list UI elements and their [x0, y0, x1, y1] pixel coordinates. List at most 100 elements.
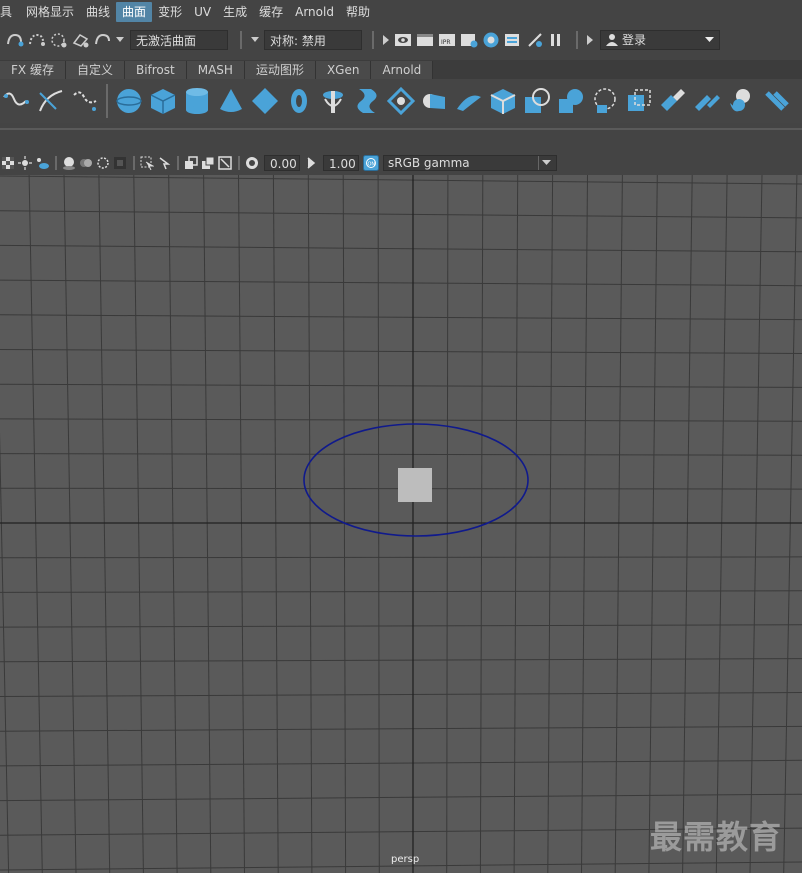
- colorspace-dropdown[interactable]: sRGB gamma: [383, 155, 557, 171]
- menu-item-generate[interactable]: 生成: [217, 2, 253, 22]
- bevel-plus-icon[interactable]: [486, 84, 520, 118]
- menu-item-uv[interactable]: UV: [188, 2, 217, 22]
- grid-line: [272, 175, 279, 873]
- grid-line: [0, 175, 802, 185]
- checker-icon[interactable]: [0, 155, 16, 171]
- exposure-icon: [244, 155, 260, 171]
- nurbs-cylinder-icon[interactable]: [180, 84, 214, 118]
- grid-line: [0, 624, 802, 628]
- render-frame-icon[interactable]: [414, 32, 436, 48]
- login-dropdown[interactable]: 登录: [600, 30, 720, 50]
- shadows-icon[interactable]: [34, 155, 50, 171]
- gamma-field[interactable]: 1.00: [323, 155, 359, 171]
- grid-line: [0, 453, 802, 456]
- loft-icon[interactable]: [350, 84, 384, 118]
- color-management-icon[interactable]: ON: [362, 155, 380, 171]
- trim-tool-icon[interactable]: [588, 84, 622, 118]
- menu-item-mesh-display[interactable]: 网格显示: [20, 2, 80, 22]
- shelf-divider: [106, 84, 108, 118]
- snap-live-icon[interactable]: [92, 31, 114, 49]
- attach-surfaces-icon[interactable]: [656, 84, 690, 118]
- render-setup-icon[interactable]: [502, 32, 524, 48]
- align-surfaces-icon[interactable]: [724, 84, 758, 118]
- perspective-viewport[interactable]: [0, 175, 802, 873]
- menu-item-curves[interactable]: 曲线: [80, 2, 116, 22]
- nurbs-plane-icon[interactable]: [248, 84, 282, 118]
- pause-icon[interactable]: [546, 33, 566, 47]
- menu-item-help[interactable]: 帮助: [340, 2, 376, 22]
- detach-surfaces-icon[interactable]: [690, 84, 724, 118]
- grid-line: [0, 759, 802, 767]
- intersect-icon[interactable]: [520, 84, 554, 118]
- menu-item-cache[interactable]: 缓存: [253, 2, 289, 22]
- project-curve-icon[interactable]: [554, 84, 588, 118]
- grid-line: [0, 658, 802, 663]
- nurbs-cone-icon[interactable]: [214, 84, 248, 118]
- xray-active-components-icon[interactable]: [200, 155, 216, 171]
- xray-icon[interactable]: [156, 155, 172, 171]
- snap-view-icon[interactable]: [48, 31, 70, 49]
- nurbs-cube-icon[interactable]: [146, 84, 180, 118]
- expand-arrow-icon[interactable]: [380, 35, 392, 45]
- open-close-surface-icon[interactable]: [758, 84, 792, 118]
- toolbar-divider: [133, 156, 135, 170]
- planar-icon[interactable]: [384, 84, 418, 118]
- grid-line: [0, 590, 802, 593]
- birail-icon[interactable]: [452, 84, 486, 118]
- snap-point-icon[interactable]: [26, 31, 48, 49]
- render-settings-icon[interactable]: [458, 32, 480, 48]
- menu-item-tools[interactable]: 具: [0, 2, 20, 22]
- grid-line: [0, 556, 802, 559]
- xray-joints-icon[interactable]: [183, 155, 199, 171]
- panel-toolbar: 0.00 1.00 ON sRGB gamma: [0, 153, 802, 173]
- cv-curve-icon[interactable]: [0, 84, 34, 118]
- colorspace-label: sRGB gamma: [388, 156, 470, 170]
- tab-mash[interactable]: MASH: [186, 61, 245, 79]
- pencil-curve-icon[interactable]: [68, 84, 102, 118]
- shelf-divider-line: [0, 128, 802, 130]
- hypershade-icon[interactable]: [480, 31, 502, 49]
- menu-item-deform[interactable]: 变形: [152, 2, 188, 22]
- exposure-field[interactable]: 0.00: [264, 155, 300, 171]
- camera-label: persp: [391, 854, 420, 865]
- revolve-icon[interactable]: [316, 84, 350, 118]
- grid-line: [547, 175, 554, 873]
- menu-item-surfaces[interactable]: 曲面: [116, 2, 153, 22]
- snap-curve-icon[interactable]: [4, 31, 26, 49]
- tab-xgen[interactable]: XGen: [315, 61, 372, 79]
- screen-space-ao-icon[interactable]: [61, 155, 77, 171]
- tab-bifrost[interactable]: Bifrost: [124, 61, 187, 79]
- tab-motion-graphics[interactable]: 运动图形: [244, 61, 316, 79]
- expand-arrow-icon[interactable]: [584, 35, 596, 45]
- depth-of-field-icon[interactable]: [112, 155, 128, 171]
- gamma-icon: [304, 155, 320, 171]
- menu-item-arnold[interactable]: Arnold: [289, 2, 340, 22]
- tab-arnold[interactable]: Arnold: [371, 61, 434, 79]
- login-label: 登录: [622, 33, 647, 47]
- untrim-icon[interactable]: [622, 84, 656, 118]
- snap-surface-icon[interactable]: [70, 31, 92, 49]
- ipr-render-icon[interactable]: IPR: [436, 32, 458, 48]
- status-divider: [372, 31, 374, 49]
- svg-text:ON: ON: [368, 162, 376, 168]
- isolate-select-icon[interactable]: [139, 155, 155, 171]
- status-line: 无激活曲面 对称: 禁用 IPR 登录: [0, 25, 802, 55]
- lights-icon[interactable]: [17, 155, 33, 171]
- nurbs-torus-icon[interactable]: [282, 84, 316, 118]
- anti-aliasing-icon[interactable]: [95, 155, 111, 171]
- nurbs-sphere-icon[interactable]: [112, 84, 146, 118]
- chevron-down-icon[interactable]: [248, 37, 262, 43]
- symmetry-field[interactable]: 对称: 禁用: [264, 30, 362, 50]
- grid-line: [133, 175, 144, 873]
- extrude-icon[interactable]: [418, 84, 452, 118]
- light-editor-icon[interactable]: [524, 31, 546, 49]
- render-view-icon[interactable]: [392, 32, 414, 48]
- tab-custom[interactable]: 自定义: [65, 61, 125, 79]
- tab-fx-cache[interactable]: FX 缓存: [0, 61, 66, 79]
- active-surface-field[interactable]: 无激活曲面: [130, 30, 228, 50]
- ep-curve-icon[interactable]: [34, 84, 68, 118]
- backface-culling-icon[interactable]: [217, 155, 233, 171]
- viewport-scene: [0, 175, 802, 873]
- motion-blur-icon[interactable]: [78, 155, 94, 171]
- chevron-down-icon[interactable]: [114, 37, 126, 43]
